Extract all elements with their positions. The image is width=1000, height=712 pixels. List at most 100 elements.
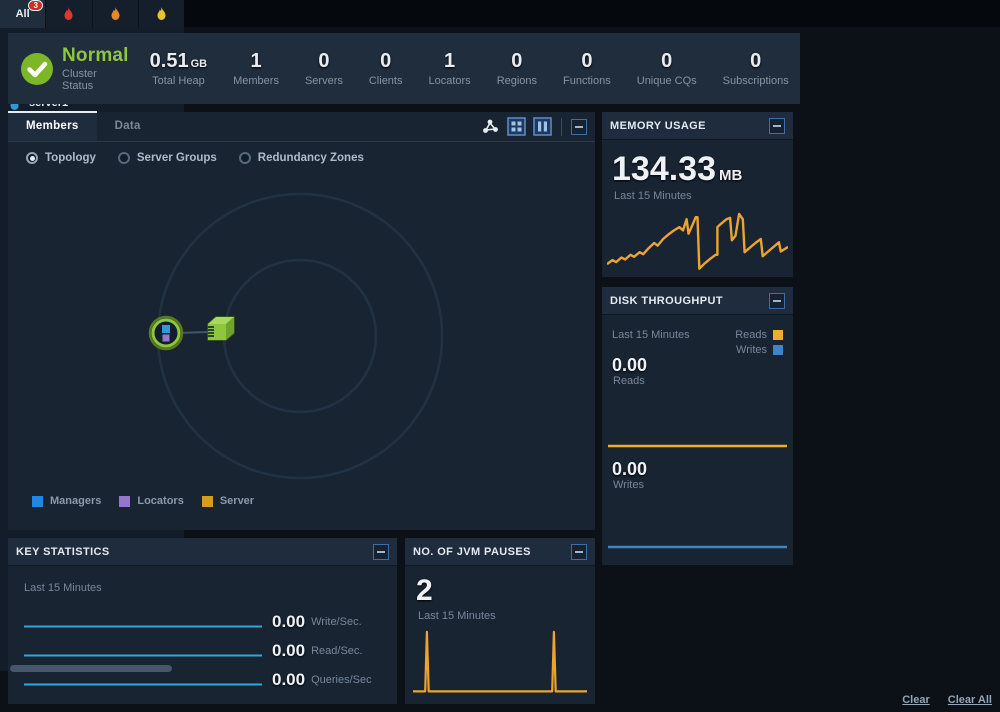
metric-label: Clients bbox=[369, 75, 403, 87]
memory-usage-panel: MEMORY USAGE 134.33MB Last 15 Minutes bbox=[602, 112, 793, 277]
stat-value: 0.00 bbox=[272, 643, 305, 658]
legend-label: Locators bbox=[137, 495, 183, 507]
server-swatch bbox=[202, 496, 213, 507]
cluster-status-value: Normal bbox=[62, 45, 129, 67]
server-node bbox=[208, 317, 234, 340]
disk-writes-label: Writes bbox=[613, 479, 644, 491]
managers-swatch bbox=[32, 496, 43, 507]
memory-collapse-button[interactable] bbox=[769, 118, 785, 134]
locator-node bbox=[150, 317, 182, 349]
cluster-status: Normal Cluster Status bbox=[8, 45, 129, 92]
legend-locators: Locators bbox=[119, 495, 183, 507]
legend-label: Server bbox=[220, 495, 254, 507]
alerts-tab-severe[interactable] bbox=[46, 0, 92, 28]
keystat-queries-row: 0.00 Queries/Sec bbox=[24, 658, 384, 687]
disk-legend: Reads Writes bbox=[735, 329, 783, 359]
pulse-dashboard: Cluster View Data Browser Normal Cluster… bbox=[0, 0, 1000, 712]
key-statistics-panel: KEY STATISTICS Last 15 Minutes 0.00 Writ… bbox=[8, 538, 397, 704]
keystats-period: Last 15 Minutes bbox=[24, 582, 102, 594]
members-panel-tabs: Members Data bbox=[8, 112, 595, 142]
disk-reads-chart bbox=[608, 437, 787, 455]
members-collapse-button[interactable] bbox=[571, 119, 587, 135]
metric-total-heap: 0.51GB Total Heap bbox=[137, 50, 220, 87]
disk-reads-value: 0.00 bbox=[612, 355, 647, 376]
metric-value: 0 bbox=[305, 50, 343, 73]
metric-functions: 0 Functions bbox=[550, 50, 624, 87]
metric-value: 0 bbox=[563, 50, 611, 73]
alert-clear-row-bottom: Clear Clear All bbox=[902, 694, 992, 706]
jvm-pauses-period: Last 15 Minutes bbox=[418, 610, 496, 622]
cluster-stats-bar: Normal Cluster Status 0.51GB Total Heap … bbox=[8, 33, 800, 104]
metric-unique-cqs: 0 Unique CQs bbox=[624, 50, 710, 87]
metric-label: Unique CQs bbox=[637, 75, 697, 87]
metric-label: Members bbox=[233, 75, 279, 87]
metric-label: Servers bbox=[305, 75, 343, 87]
queries-sparkline bbox=[24, 673, 262, 687]
metric-value: 0 bbox=[497, 50, 537, 73]
metric-label: Locators bbox=[428, 75, 470, 87]
stat-label: Read/Sec. bbox=[311, 644, 362, 658]
topology-graph[interactable] bbox=[8, 158, 595, 598]
tab-data[interactable]: Data bbox=[97, 111, 159, 141]
column-view-icon[interactable] bbox=[533, 117, 552, 136]
jvm-collapse-button[interactable] bbox=[571, 544, 587, 560]
members-panel: Members Data bbox=[8, 112, 595, 530]
disk-writes-chart bbox=[608, 539, 787, 555]
flame-warning-icon bbox=[155, 7, 168, 21]
metric-unit: GB bbox=[191, 58, 208, 70]
reads-swatch bbox=[773, 330, 783, 340]
jvm-pauses-chart bbox=[413, 630, 587, 694]
alerts-tab-all[interactable]: All 3 bbox=[0, 0, 46, 28]
stat-label: Write/Sec. bbox=[311, 615, 362, 629]
flame-error-icon bbox=[109, 7, 122, 21]
metric-label: Regions bbox=[497, 75, 537, 87]
jvm-pauses-panel: NO. OF JVM PAUSES 2 Last 15 Minutes bbox=[405, 538, 595, 704]
panel-title: NO. OF JVM PAUSES bbox=[413, 546, 531, 558]
metric-members: 1 Members bbox=[220, 50, 292, 87]
tab-label: All bbox=[16, 8, 30, 20]
alerts-tab-error[interactable] bbox=[93, 0, 139, 28]
clear-button[interactable]: Clear bbox=[902, 694, 930, 706]
metric-value: 0 bbox=[723, 50, 789, 73]
keystats-collapse-button[interactable] bbox=[373, 544, 389, 560]
legend-writes: Writes bbox=[735, 344, 783, 356]
memory-usage-value: 134.33MB bbox=[612, 150, 742, 189]
legend-reads: Reads bbox=[735, 329, 783, 341]
alerts-tab-warning[interactable] bbox=[139, 0, 184, 28]
disk-throughput-panel: DISK THROUGHPUT Last 15 Minutes Reads Wr… bbox=[602, 287, 793, 565]
metric-servers: 0 Servers bbox=[292, 50, 356, 87]
writes-swatch bbox=[773, 345, 783, 355]
flame-severe-icon bbox=[62, 7, 75, 21]
legend-server: Server bbox=[202, 495, 254, 507]
disk-reads-label: Reads bbox=[613, 375, 645, 387]
metric-value: 1 bbox=[233, 50, 279, 73]
reads-sparkline bbox=[24, 644, 262, 658]
status-check-icon bbox=[20, 52, 54, 86]
legend-managers: Managers bbox=[32, 495, 101, 507]
writes-sparkline bbox=[24, 615, 262, 629]
topology-legend: Managers Locators Server bbox=[32, 495, 254, 507]
panel-title: KEY STATISTICS bbox=[16, 546, 110, 558]
panel-title: DISK THROUGHPUT bbox=[610, 295, 723, 307]
clear-all-button[interactable]: Clear All bbox=[948, 694, 992, 706]
cluster-status-label: Cluster Status bbox=[62, 68, 129, 92]
metric-label: Subscriptions bbox=[723, 75, 789, 87]
metric-subscriptions: 0 Subscriptions bbox=[710, 50, 802, 87]
metric-value: 0.51 bbox=[150, 50, 189, 72]
metric-locators: 1 Locators bbox=[415, 50, 483, 87]
disk-writes-value: 0.00 bbox=[612, 459, 647, 480]
locators-swatch bbox=[119, 496, 130, 507]
stat-value: 0.00 bbox=[272, 672, 305, 687]
grid-view-icon[interactable] bbox=[507, 117, 526, 136]
tab-members[interactable]: Members bbox=[8, 111, 97, 141]
alerts-scrollbar[interactable] bbox=[10, 665, 172, 672]
disk-collapse-button[interactable] bbox=[769, 293, 785, 309]
legend-label: Reads bbox=[735, 329, 767, 341]
topology-view-icon[interactable] bbox=[481, 117, 500, 136]
keystat-reads-row: 0.00 Read/Sec. bbox=[24, 629, 384, 658]
legend-label: Managers bbox=[50, 495, 101, 507]
metric-value: 1 bbox=[428, 50, 470, 73]
legend-label: Writes bbox=[736, 344, 767, 356]
jvm-pauses-value: 2 bbox=[416, 574, 433, 608]
metric-regions: 0 Regions bbox=[484, 50, 550, 87]
